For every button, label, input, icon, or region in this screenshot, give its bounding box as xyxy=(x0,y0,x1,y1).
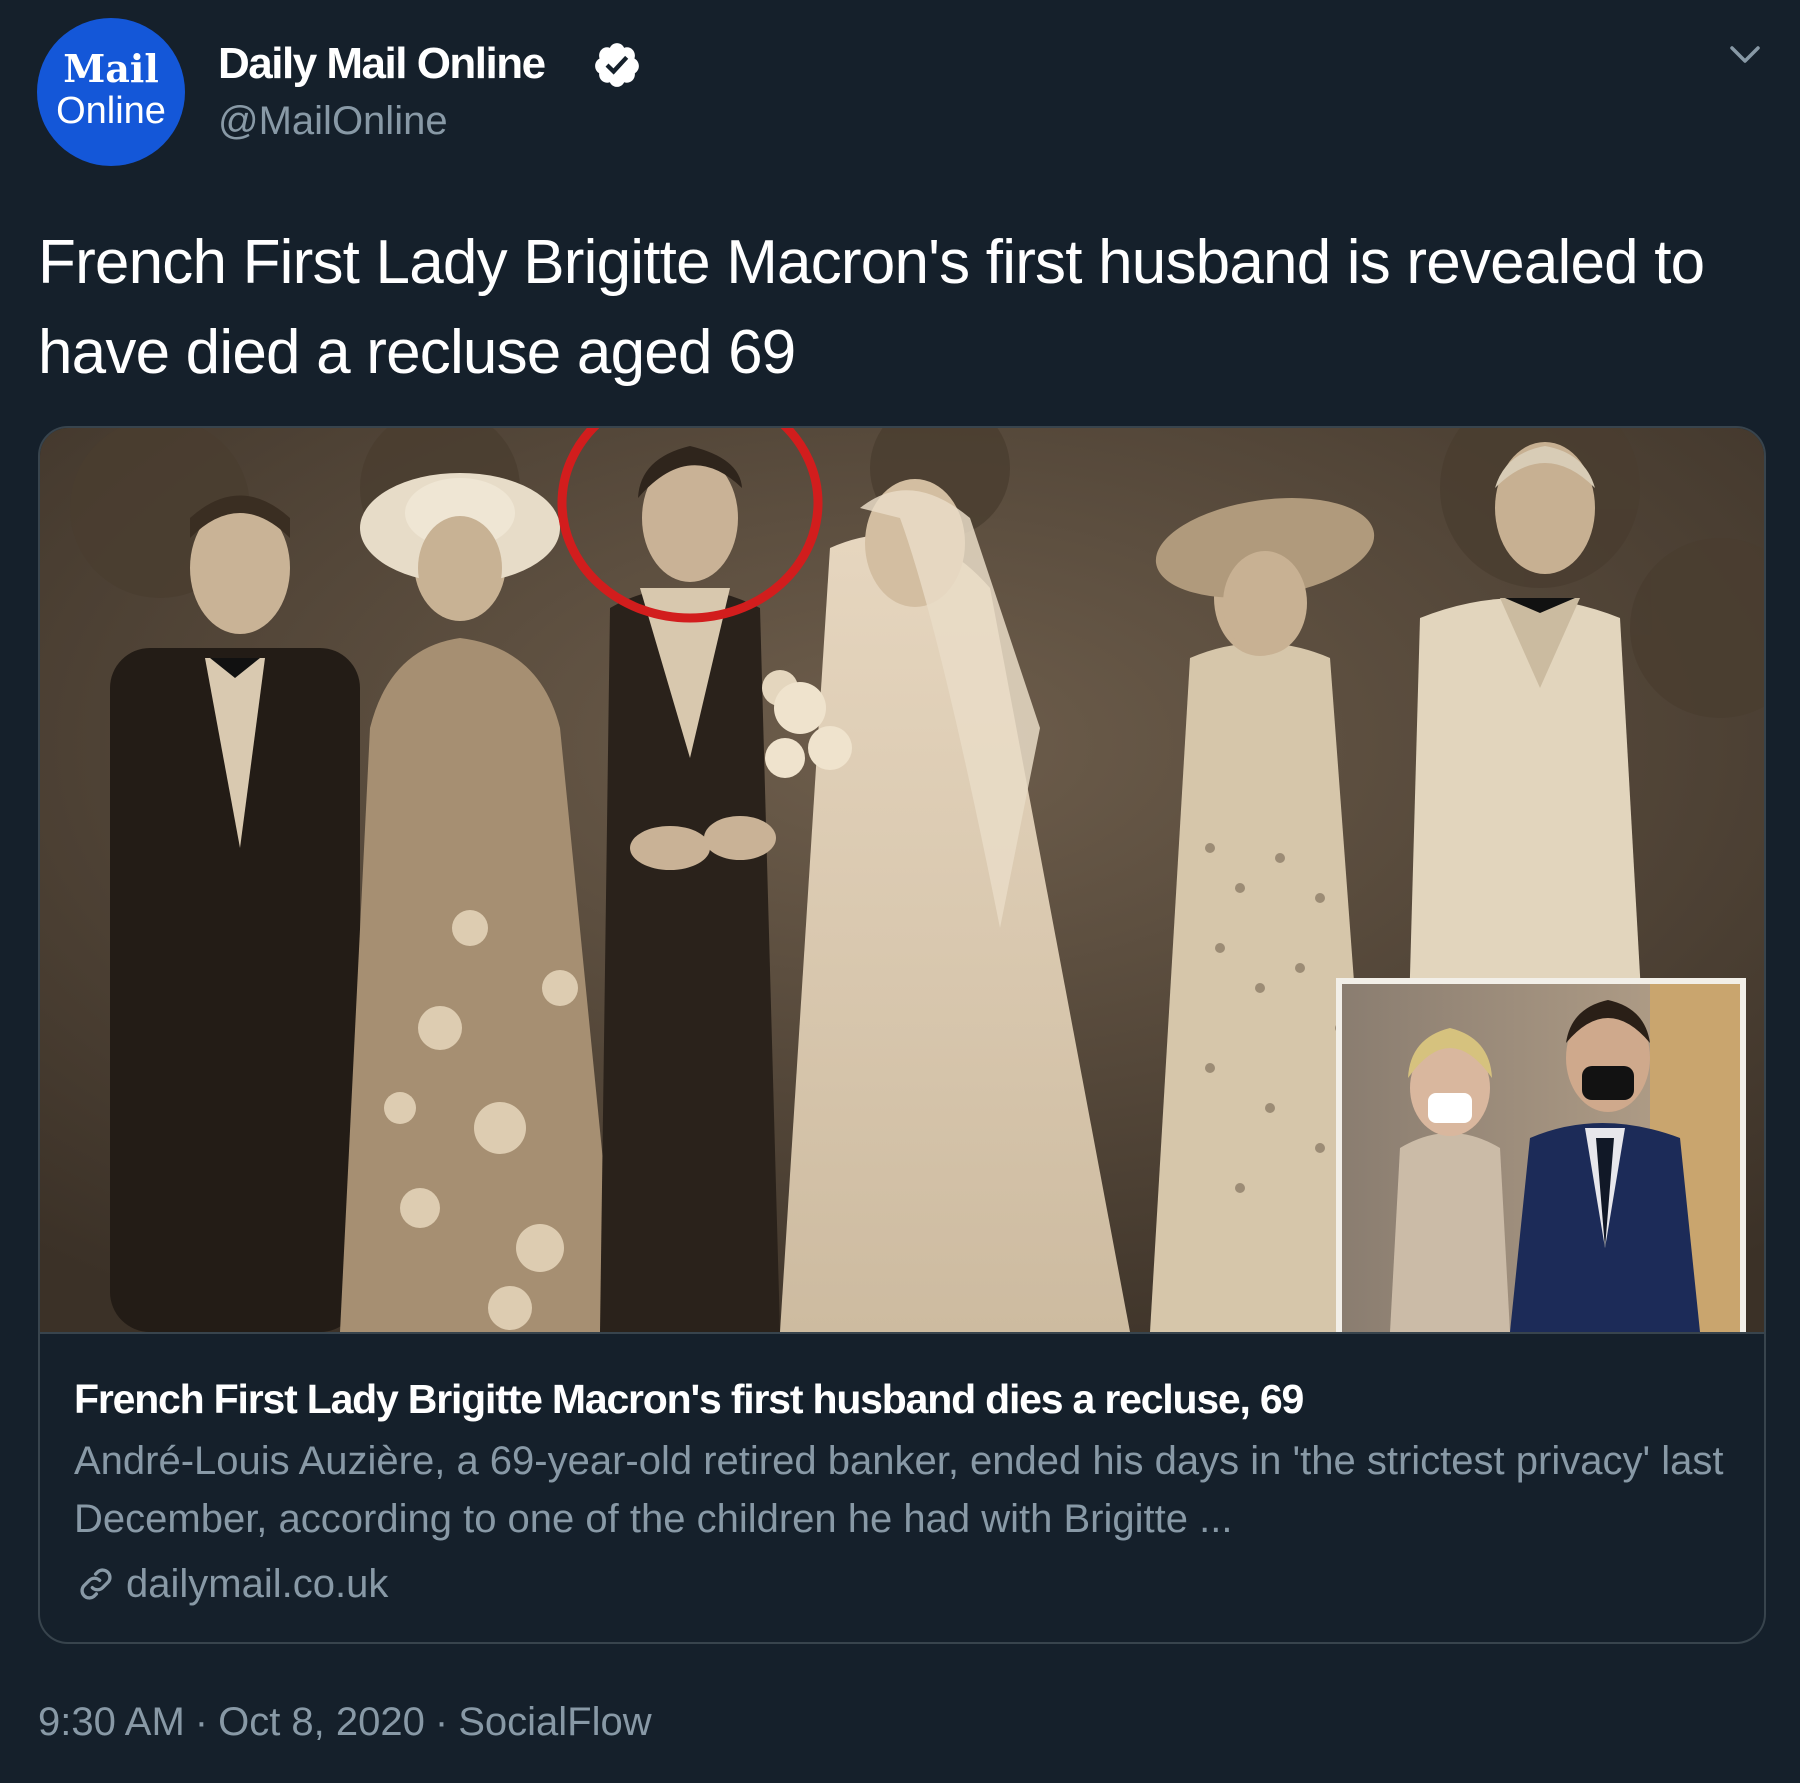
card-divider xyxy=(40,1332,1764,1334)
tweet-container: Mail Online Daily Mail Online @MailOnlin… xyxy=(0,0,1800,1783)
tweet-time[interactable]: 9:30 AM xyxy=(38,1694,185,1750)
card-title[interactable]: French First Lady Brigitte Macron's firs… xyxy=(74,1372,1734,1426)
tweet-date[interactable]: Oct 8, 2020 xyxy=(218,1694,425,1750)
tweet-meta: 9:30 AM · Oct 8, 2020 · SocialFlow xyxy=(38,1694,652,1750)
verified-badge-icon xyxy=(595,43,639,87)
avatar[interactable]: Mail Online xyxy=(37,18,185,166)
card-domain-row[interactable]: dailymail.co.uk xyxy=(74,1556,388,1612)
card-domain: dailymail.co.uk xyxy=(126,1562,389,1606)
chevron-down-icon[interactable] xyxy=(1726,40,1764,70)
avatar-logo-mail: Mail xyxy=(63,46,159,91)
tweet-source[interactable]: SocialFlow xyxy=(458,1694,651,1750)
link-card[interactable]: French First Lady Brigitte Macron's firs… xyxy=(38,426,1766,1644)
card-image[interactable] xyxy=(40,428,1764,1332)
meta-separator: · xyxy=(194,1700,209,1744)
tweet-text: French First Lady Brigitte Macron's firs… xyxy=(38,228,1705,387)
author-handle[interactable]: @MailOnline xyxy=(218,96,448,146)
author-name[interactable]: Daily Mail Online xyxy=(218,38,546,90)
card-description: André-Louis Auzière, a 69-year-old retir… xyxy=(74,1439,1724,1541)
inset-photo xyxy=(1336,978,1746,1332)
avatar-logo-online: Online xyxy=(56,90,166,132)
meta-separator: · xyxy=(434,1700,449,1744)
link-icon xyxy=(80,1568,112,1600)
